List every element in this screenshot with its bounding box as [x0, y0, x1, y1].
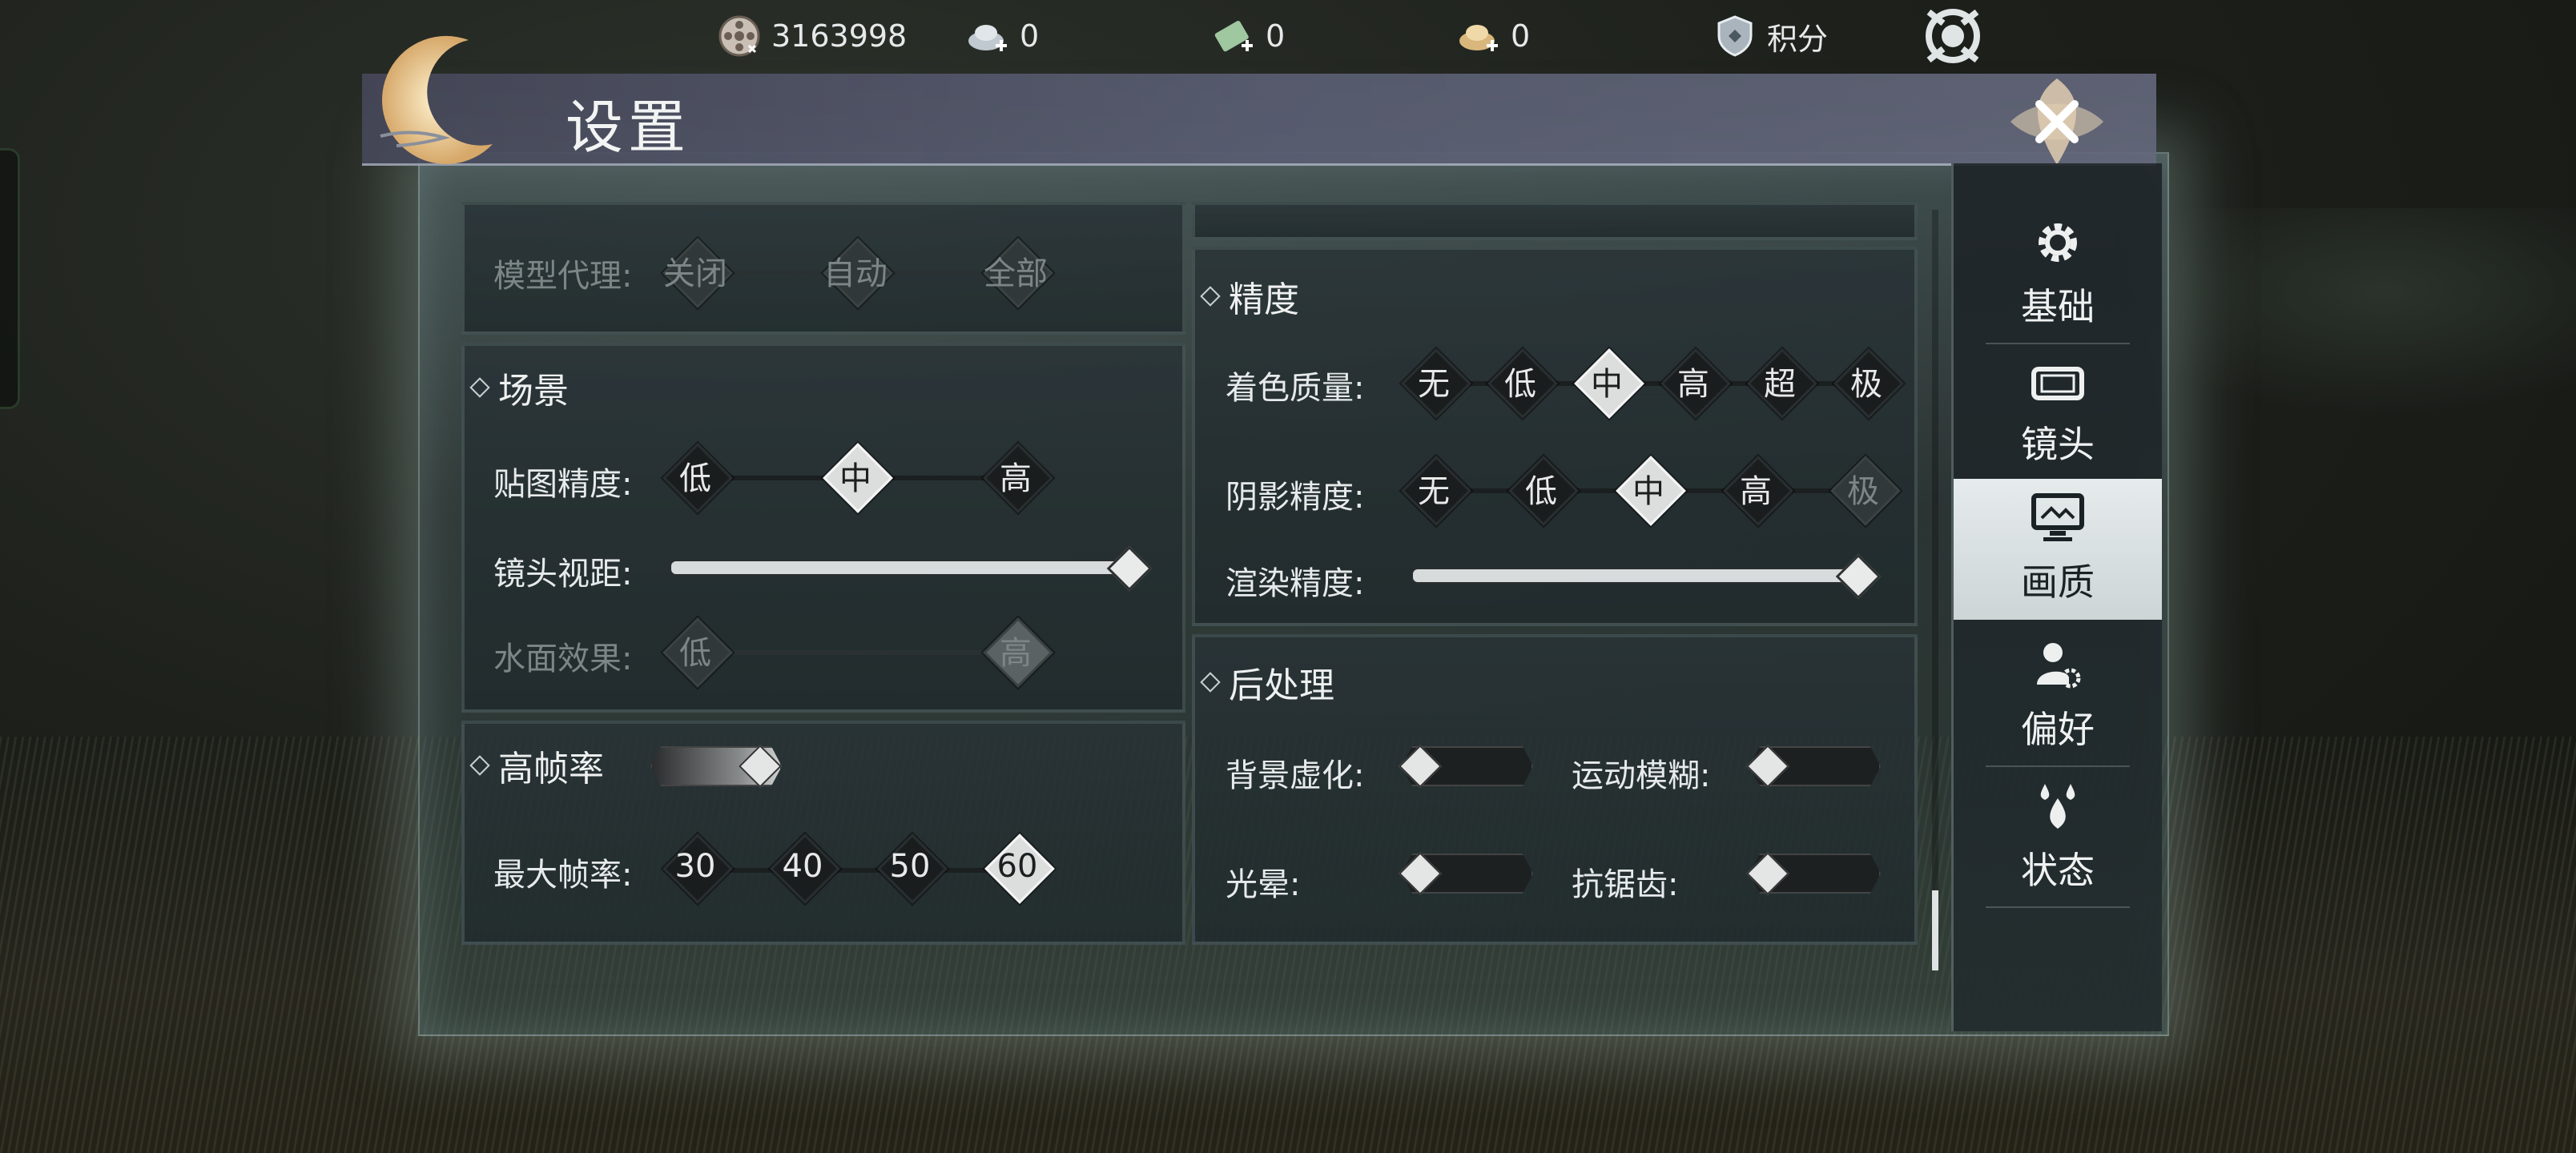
shadow-extreme[interactable]: 极	[1829, 455, 1901, 526]
currency-gold[interactable]: 0	[1456, 11, 1530, 61]
bloom-toggle[interactable]	[1394, 847, 1540, 897]
view-distance-slider[interactable]	[670, 538, 1153, 594]
section-scene: 场景 贴图精度: 低 中 高 镜头视距: 水面效果: 低 高	[461, 343, 1185, 713]
bg-blur-label: 背景虚化:	[1226, 757, 1365, 794]
tab-label: 镜头	[2021, 423, 2095, 466]
emblem-button[interactable]	[1921, 9, 1985, 63]
tab-label: 状态	[2021, 849, 2095, 892]
gold-ingot-plus-icon	[1456, 14, 1501, 58]
tab-basic[interactable]: 基础	[1954, 203, 2162, 344]
close-button[interactable]	[1962, 74, 2151, 170]
emblem-icon	[1921, 4, 1985, 68]
drops-icon	[2032, 781, 2083, 835]
model-proxy-label: 模型代理:	[493, 258, 633, 295]
currency-ticket[interactable]: 0	[1211, 11, 1285, 61]
max-fps-label: 最大帧率:	[493, 857, 633, 894]
section-post: 后处理 背景虚化: 运动模糊: 光晕: 抗锯齿:	[1192, 634, 1918, 945]
scrollbar-thumb[interactable]	[1932, 890, 1938, 970]
motion-blur-toggle[interactable]	[1741, 740, 1887, 789]
gear-icon	[2032, 217, 2083, 271]
currency-value: 0	[1266, 18, 1286, 54]
model-proxy-all[interactable]: 全部	[982, 237, 1053, 308]
texture-label: 贴图精度:	[493, 466, 633, 503]
fps-50[interactable]: 50	[876, 833, 948, 904]
monitor-icon	[2029, 492, 2087, 547]
water-track	[697, 650, 1017, 655]
water-high[interactable]: 高	[982, 617, 1053, 688]
settings-content: 模型代理: 关闭 自动 全部 场景 贴图精度: 低 中 高 镜头视距: 水面效果…	[453, 202, 1927, 946]
view-distance-label: 镜头视距:	[493, 556, 633, 593]
currency-coins[interactable]: 3163998	[717, 11, 907, 61]
tab-graphics[interactable]: 画质	[1954, 479, 2162, 620]
texture-high[interactable]: 高	[982, 442, 1053, 513]
post-title: 后处理	[1200, 657, 1334, 708]
shading-high[interactable]: 高	[1660, 348, 1731, 419]
slider-knob	[1835, 553, 1882, 600]
water-label: 水面效果:	[493, 641, 633, 677]
window-title: 设置	[566, 94, 691, 161]
fps-30[interactable]: 30	[662, 833, 733, 904]
render-slider[interactable]	[1411, 546, 1882, 602]
shadow-label: 阴影精度:	[1226, 479, 1365, 516]
section-fps: 高帧率 最大帧率: 30 40 50 60	[461, 721, 1185, 945]
silver-ingot-plus-icon	[965, 14, 1010, 58]
bg-blur-toggle[interactable]	[1394, 740, 1540, 789]
fps-toggle[interactable]	[642, 740, 788, 789]
scrollbar[interactable]	[1932, 210, 1938, 970]
bloom-label: 光晕:	[1226, 866, 1301, 903]
section-fragment	[1192, 202, 1918, 240]
camera-icon	[2029, 361, 2087, 409]
currency-value: 3163998	[771, 18, 908, 54]
shading-none[interactable]: 无	[1400, 348, 1471, 419]
shadow-high[interactable]: 高	[1722, 455, 1793, 526]
currency-value: 0	[1020, 18, 1040, 54]
shading-label: 着色质量:	[1226, 370, 1365, 407]
sidebar-tabs: 基础 镜头 画质 偏好 状态	[1951, 163, 2162, 1031]
precision-title: 精度	[1200, 271, 1299, 322]
section-precision: 精度 着色质量: 无 低 中 高 超 极 阴影精度: 无 低 中 高 极 渲染精…	[1192, 247, 1918, 626]
currency-value: 0	[1511, 18, 1531, 54]
scene-title: 场景	[469, 362, 569, 413]
fps-title: 高帧率	[469, 740, 604, 791]
film-reel-icon	[717, 14, 762, 58]
tab-label: 偏好	[2021, 708, 2095, 751]
green-ticket-plus-icon	[1211, 14, 1256, 58]
shadow-low[interactable]: 低	[1507, 455, 1579, 526]
aa-toggle[interactable]	[1741, 847, 1887, 897]
fps-40[interactable]: 40	[769, 833, 840, 904]
shading-extreme[interactable]: 极	[1833, 348, 1904, 419]
render-label: 渲染精度:	[1226, 565, 1365, 602]
water-low[interactable]: 低	[662, 617, 733, 688]
shading-ultra[interactable]: 超	[1746, 348, 1817, 419]
tab-preference[interactable]: 偏好	[1954, 626, 2162, 767]
model-proxy-auto[interactable]: 自动	[822, 237, 893, 308]
left-edge-handle[interactable]	[0, 148, 20, 409]
shadow-none[interactable]: 无	[1400, 455, 1471, 526]
points-label: 积分	[1767, 21, 1829, 57]
fps-60[interactable]: 60	[984, 833, 1055, 904]
texture-low[interactable]: 低	[662, 442, 733, 513]
user-gear-icon	[2032, 640, 2083, 694]
slider-knob	[1106, 545, 1153, 592]
model-proxy-off[interactable]: 关闭	[662, 237, 733, 308]
tab-camera[interactable]: 镜头	[1954, 344, 2162, 485]
shading-mid[interactable]: 中	[1573, 348, 1644, 419]
shading-low[interactable]: 低	[1487, 348, 1558, 419]
currency-silver[interactable]: 0	[965, 11, 1039, 61]
moon-icon	[364, 24, 525, 184]
shadow-mid[interactable]: 中	[1615, 455, 1686, 526]
section-model-proxy: 模型代理: 关闭 自动 全部	[461, 202, 1185, 335]
motion-blur-label: 运动模糊:	[1572, 757, 1711, 794]
max-fps-track	[697, 868, 1017, 873]
tab-status[interactable]: 状态	[1954, 767, 2162, 908]
tab-label: 基础	[2021, 285, 2095, 328]
points-button[interactable]: 积分	[1713, 11, 1828, 61]
shield-icon	[1713, 14, 1757, 58]
texture-mid[interactable]: 中	[822, 442, 893, 513]
tab-label: 画质	[2021, 560, 2095, 604]
aa-label: 抗锯齿:	[1572, 866, 1679, 903]
